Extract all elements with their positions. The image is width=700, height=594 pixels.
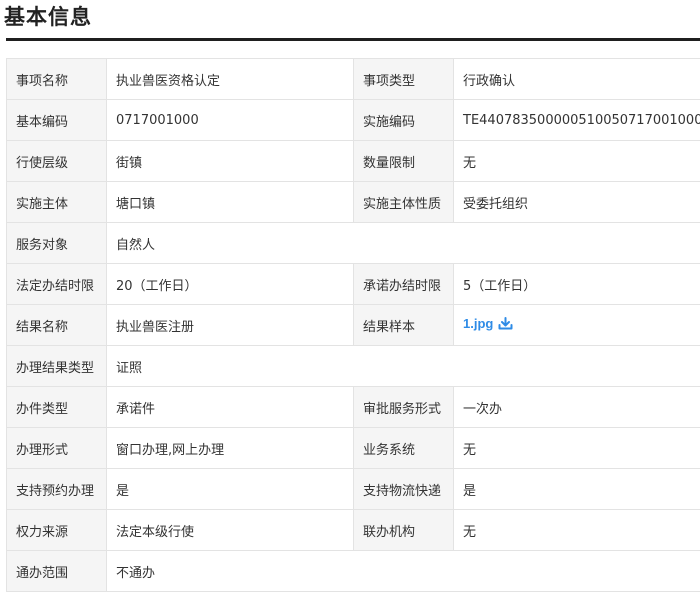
label-impl-code: 实施编码 [353,99,454,141]
table-row: 行使层级 街镇 数量限制 无 [6,140,700,182]
value-result-sample: 1.jpg [453,304,700,346]
table-row: 通办范围 不通办 [6,550,700,592]
label-legal-limit: 法定办结时限 [6,263,107,305]
table-row: 法定办结时限 20（工作日） 承诺办结时限 5（工作日） [6,263,700,305]
value-handling-form: 窗口办理,网上办理 [106,427,354,469]
value-subject-nature: 受委托组织 [453,181,700,223]
value-service-form: 一次办 [453,386,700,428]
label-basic-code: 基本编码 [6,99,107,141]
table-row: 结果名称 执业兽医注册 结果样本 1.jpg [6,304,700,346]
result-sample-link[interactable]: 1.jpg [463,316,493,331]
value-power-source: 法定本级行使 [106,509,354,551]
label-joint-agency: 联办机构 [353,509,454,551]
label-quantity-limit: 数量限制 [353,140,454,182]
label-handling-form: 办理形式 [6,427,107,469]
value-exercise-level: 街镇 [106,140,354,182]
info-table: 事项名称 执业兽医资格认定 事项类型 行政确认 基本编码 0717001000 … [6,58,700,592]
value-impl-subject: 塘口镇 [106,181,354,223]
label-impl-subject: 实施主体 [6,181,107,223]
label-result-sample: 结果样本 [353,304,454,346]
label-subject-nature: 实施主体性质 [353,181,454,223]
value-logistics: 是 [453,468,700,510]
value-item-type: 行政确认 [453,58,700,100]
value-promise-limit: 5（工作日） [453,263,700,305]
value-service-target: 自然人 [106,222,700,264]
value-impl-code: TE440783500000510050717001000 [453,99,700,141]
label-result-type: 办理结果类型 [6,345,107,387]
label-business-system: 业务系统 [353,427,454,469]
section-header: 基本信息 [4,0,700,41]
label-result-name: 结果名称 [6,304,107,346]
label-exercise-level: 行使层级 [6,140,107,182]
label-power-source: 权力来源 [6,509,107,551]
label-promise-limit: 承诺办结时限 [353,263,454,305]
value-joint-agency: 无 [453,509,700,551]
label-item-type: 事项类型 [353,58,454,100]
table-row: 基本编码 0717001000 实施编码 TE44078350000051005… [6,99,700,141]
table-row: 支持预约办理 是 支持物流快递 是 [6,468,700,510]
value-case-type: 承诺件 [106,386,354,428]
label-logistics: 支持物流快递 [353,468,454,510]
table-row: 权力来源 法定本级行使 联办机构 无 [6,509,700,551]
value-result-type: 证照 [106,345,700,387]
value-item-name: 执业兽医资格认定 [106,58,354,100]
label-service-target: 服务对象 [6,222,107,264]
label-item-name: 事项名称 [6,58,107,100]
table-row: 服务对象 自然人 [6,222,700,264]
download-icon[interactable] [498,317,513,334]
label-general-scope: 通办范围 [6,550,107,592]
section-title: 基本信息 [4,5,92,29]
table-row: 事项名称 执业兽医资格认定 事项类型 行政确认 [6,58,700,100]
label-service-form: 审批服务形式 [353,386,454,428]
value-general-scope: 不通办 [106,550,700,592]
value-legal-limit: 20（工作日） [106,263,354,305]
value-reservation: 是 [106,468,354,510]
table-row: 办理结果类型 证照 [6,345,700,387]
table-row: 实施主体 塘口镇 实施主体性质 受委托组织 [6,181,700,223]
label-case-type: 办件类型 [6,386,107,428]
table-row: 办件类型 承诺件 审批服务形式 一次办 [6,386,700,428]
value-basic-code: 0717001000 [106,99,354,141]
value-result-name: 执业兽医注册 [106,304,354,346]
label-reservation: 支持预约办理 [6,468,107,510]
value-quantity-limit: 无 [453,140,700,182]
table-row: 办理形式 窗口办理,网上办理 业务系统 无 [6,427,700,469]
value-business-system: 无 [453,427,700,469]
